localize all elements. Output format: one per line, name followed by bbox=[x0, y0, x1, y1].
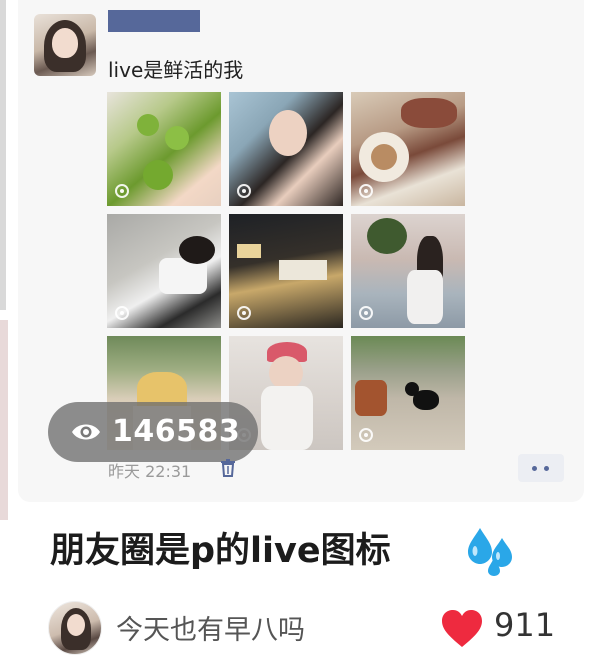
photo-thumbnail[interactable] bbox=[107, 92, 221, 206]
heart-icon[interactable] bbox=[440, 609, 484, 649]
more-dots-icon bbox=[532, 466, 537, 471]
like-count: 911 bbox=[494, 606, 556, 644]
more-button[interactable] bbox=[518, 454, 564, 482]
photo-thumbnail[interactable] bbox=[351, 336, 465, 450]
live-photo-icon bbox=[359, 428, 373, 442]
redacted-username[interactable] bbox=[108, 10, 200, 32]
live-photo-icon bbox=[237, 184, 251, 198]
trash-icon[interactable] bbox=[220, 459, 236, 477]
post-caption: live是鲜活的我 bbox=[108, 58, 244, 82]
live-photo-icon bbox=[115, 306, 129, 320]
sweat-drops-icon bbox=[468, 528, 512, 576]
live-photo-icon bbox=[115, 184, 129, 198]
photo-thumbnail[interactable] bbox=[229, 214, 343, 328]
views-count: 146583 bbox=[112, 414, 241, 449]
photo-thumbnail[interactable] bbox=[351, 214, 465, 328]
post-avatar[interactable] bbox=[34, 14, 96, 76]
views-overlay: 146583 bbox=[48, 402, 258, 462]
eye-icon bbox=[72, 424, 100, 440]
photo-thumbnail[interactable] bbox=[229, 92, 343, 206]
author-avatar[interactable] bbox=[48, 601, 102, 655]
live-photo-icon bbox=[359, 184, 373, 198]
photo-thumbnail[interactable] bbox=[351, 92, 465, 206]
screen: live是鲜活的我 146583 昨天 22:31 朋友圈是p的live图标 今… bbox=[0, 0, 600, 666]
note-title[interactable]: 朋友圈是p的live图标 bbox=[50, 522, 391, 573]
left-edge-strip bbox=[0, 0, 6, 310]
author-name[interactable]: 今天也有早八吗 bbox=[116, 608, 305, 647]
live-photo-icon bbox=[359, 306, 373, 320]
left-edge-strip-lower bbox=[0, 320, 8, 520]
photo-thumbnail[interactable] bbox=[107, 214, 221, 328]
photo-grid bbox=[107, 92, 465, 450]
live-photo-icon bbox=[237, 306, 251, 320]
post-timestamp: 昨天 22:31 bbox=[108, 462, 192, 481]
